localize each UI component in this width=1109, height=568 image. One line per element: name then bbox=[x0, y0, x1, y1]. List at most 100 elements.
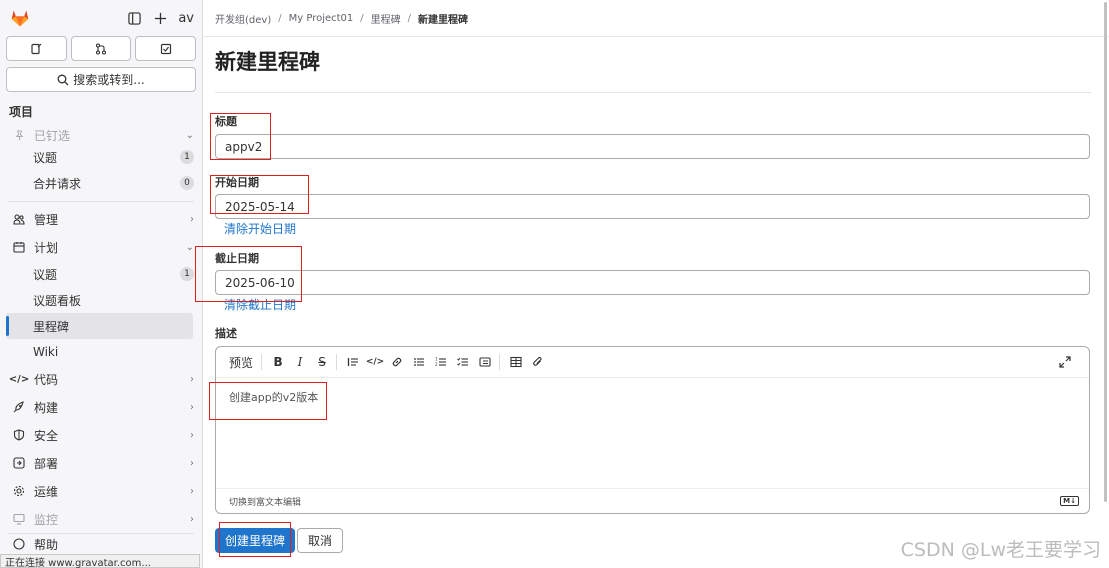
sidebar: av 搜索或转到... 项目 已钉选 ⌄ 议题 1 合并请求 0 管理 › 计划… bbox=[0, 0, 203, 568]
toolbar-separator bbox=[336, 354, 338, 370]
chevron-right-icon: › bbox=[190, 373, 194, 385]
description-textarea[interactable]: 创建app的v2版本 bbox=[229, 389, 318, 405]
link-icon[interactable] bbox=[389, 354, 405, 370]
watermark: CSDN @Lw老王要学习 bbox=[900, 539, 1101, 561]
sidebar-item-issue-boards[interactable]: 议题看板 bbox=[0, 287, 202, 313]
quote-icon[interactable] bbox=[345, 354, 361, 370]
breadcrumb-milestones[interactable]: 里程碑 bbox=[371, 11, 401, 26]
chevron-right-icon: › bbox=[190, 513, 194, 525]
sidebar-item-pinned-merge-requests[interactable]: 合并请求 0 bbox=[0, 170, 202, 196]
sidebar-item-help[interactable]: 帮助 bbox=[0, 534, 202, 554]
chevron-right-icon: › bbox=[190, 457, 194, 469]
sidebar-item-label: 安全 bbox=[34, 428, 59, 443]
sidebar-item-operate[interactable]: 运维 › bbox=[0, 477, 202, 505]
scrollbar-thumb[interactable] bbox=[1104, 2, 1107, 502]
switch-rich-text-link[interactable]: 切换到富文本编辑 bbox=[229, 495, 301, 508]
title-input-value: appv2 bbox=[225, 139, 263, 154]
plus-icon[interactable] bbox=[152, 10, 168, 26]
sidebar-item-manage[interactable]: 管理 › bbox=[0, 205, 202, 233]
search-label: 搜索或转到... bbox=[73, 73, 145, 87]
chevron-right-icon: › bbox=[190, 401, 194, 413]
description-label: 描述 bbox=[215, 327, 237, 340]
sidebar-item-deploy[interactable]: 部署 › bbox=[0, 449, 202, 477]
sidebar-item-label: 帮助 bbox=[34, 537, 59, 552]
breadcrumb: 开发组(dev) / My Project01 / 里程碑 / 新建里程碑 bbox=[203, 0, 1109, 37]
breadcrumb-current[interactable]: 新建里程碑 bbox=[418, 11, 468, 26]
browser-status-bar: 正在连接 www.gravatar.com... bbox=[0, 554, 200, 568]
toolbar-separator bbox=[261, 354, 263, 370]
merge-requests-button[interactable] bbox=[70, 36, 132, 61]
sidebar-item-label: 管理 bbox=[34, 212, 59, 227]
due-date-value: 2025-06-10 bbox=[225, 275, 295, 290]
avatar[interactable]: av bbox=[178, 11, 194, 26]
attachment-icon[interactable] bbox=[530, 354, 546, 370]
collapsible-icon[interactable] bbox=[477, 354, 493, 370]
sidebar-item-label: 议题 bbox=[33, 150, 58, 165]
svg-text:1: 1 bbox=[435, 357, 438, 362]
rocket-icon bbox=[12, 400, 26, 414]
italic-icon[interactable]: I bbox=[292, 354, 308, 370]
due-date-label: 截止日期 bbox=[215, 252, 259, 265]
gitlab-logo-icon[interactable] bbox=[10, 8, 30, 28]
fullscreen-icon[interactable] bbox=[1057, 354, 1073, 370]
sidebar-item-label: 计划 bbox=[34, 240, 59, 255]
count-badge: 1 bbox=[180, 267, 194, 281]
sidebar-item-plan-issues[interactable]: 议题 1 bbox=[0, 261, 202, 287]
scrollbar[interactable] bbox=[1102, 0, 1109, 568]
start-date-value: 2025-05-14 bbox=[225, 199, 295, 214]
sidebar-item-monitor[interactable]: 监控 › bbox=[0, 505, 202, 533]
numbered-list-icon[interactable]: 12 bbox=[433, 354, 449, 370]
title-divider bbox=[215, 92, 1091, 93]
code-icon: </> bbox=[8, 373, 30, 385]
create-milestone-button[interactable]: 创建里程碑 bbox=[215, 528, 296, 553]
sidebar-item-wiki[interactable]: Wiki bbox=[0, 339, 202, 365]
cancel-button[interactable]: 取消 bbox=[297, 528, 344, 553]
sidebar-item-security[interactable]: 安全 › bbox=[0, 421, 202, 449]
start-date-label: 开始日期 bbox=[215, 176, 259, 189]
task-list-icon[interactable] bbox=[455, 354, 471, 370]
preview-tab[interactable]: 预览 bbox=[229, 354, 253, 371]
calendar-icon bbox=[12, 240, 26, 254]
sidebar-item-pinned-issues[interactable]: 议题 1 bbox=[0, 144, 202, 170]
sidebar-header: av bbox=[0, 0, 202, 36]
todo-button[interactable] bbox=[135, 36, 197, 61]
breadcrumb-project[interactable]: My Project01 bbox=[289, 13, 354, 24]
sidebar-item-plan[interactable]: 计划 ⌄ bbox=[0, 233, 202, 261]
title-field-label: 标题 bbox=[215, 115, 237, 128]
users-icon bbox=[12, 212, 26, 226]
toggle-sidebar-icon[interactable] bbox=[126, 10, 142, 26]
breadcrumb-group[interactable]: 开发组(dev) bbox=[215, 11, 271, 26]
sidebar-quick-buttons bbox=[0, 36, 202, 61]
issues-button[interactable] bbox=[6, 36, 67, 61]
search-button[interactable]: 搜索或转到... bbox=[6, 67, 196, 92]
shield-icon bbox=[12, 428, 26, 442]
table-icon[interactable] bbox=[508, 354, 524, 370]
description-editor[interactable]: 预览 B I S </> 12 创建app的v2版本 切换到富文本编辑 M↓ bbox=[215, 346, 1090, 514]
todo-icon bbox=[160, 43, 171, 54]
count-badge: 1 bbox=[180, 150, 194, 164]
title-input[interactable]: appv2 bbox=[215, 134, 1090, 159]
clear-due-date-link[interactable]: 清除截止日期 bbox=[224, 296, 296, 313]
sidebar-item-label: 监控 bbox=[34, 512, 59, 527]
code-icon[interactable]: </> bbox=[366, 354, 384, 370]
chevron-right-icon: › bbox=[190, 485, 194, 497]
start-date-input[interactable]: 2025-05-14 bbox=[215, 194, 1090, 219]
toolbar-separator bbox=[499, 354, 501, 370]
sidebar-divider bbox=[8, 201, 194, 202]
sidebar-item-code[interactable]: </> 代码 › bbox=[0, 365, 202, 393]
sidebar-item-milestones[interactable]: 里程碑 bbox=[6, 313, 193, 339]
strikethrough-icon[interactable]: S bbox=[314, 354, 330, 370]
sidebar-item-label: Wiki bbox=[33, 345, 59, 359]
markdown-icon: M↓ bbox=[1060, 496, 1079, 506]
clear-start-date-link[interactable]: 清除开始日期 bbox=[224, 220, 296, 237]
search-icon bbox=[57, 74, 69, 85]
sidebar-item-label: 议题 bbox=[33, 267, 58, 282]
svg-text:2: 2 bbox=[435, 362, 438, 367]
bullet-list-icon[interactable] bbox=[411, 354, 427, 370]
sidebar-section-title: 项目 bbox=[9, 105, 34, 119]
due-date-input[interactable]: 2025-06-10 bbox=[215, 270, 1090, 295]
sidebar-item-pinned[interactable]: 已钉选 ⌄ bbox=[0, 126, 202, 144]
sidebar-item-build[interactable]: 构建 › bbox=[0, 393, 202, 421]
bold-icon[interactable]: B bbox=[270, 354, 286, 370]
count-badge: 0 bbox=[180, 176, 194, 190]
